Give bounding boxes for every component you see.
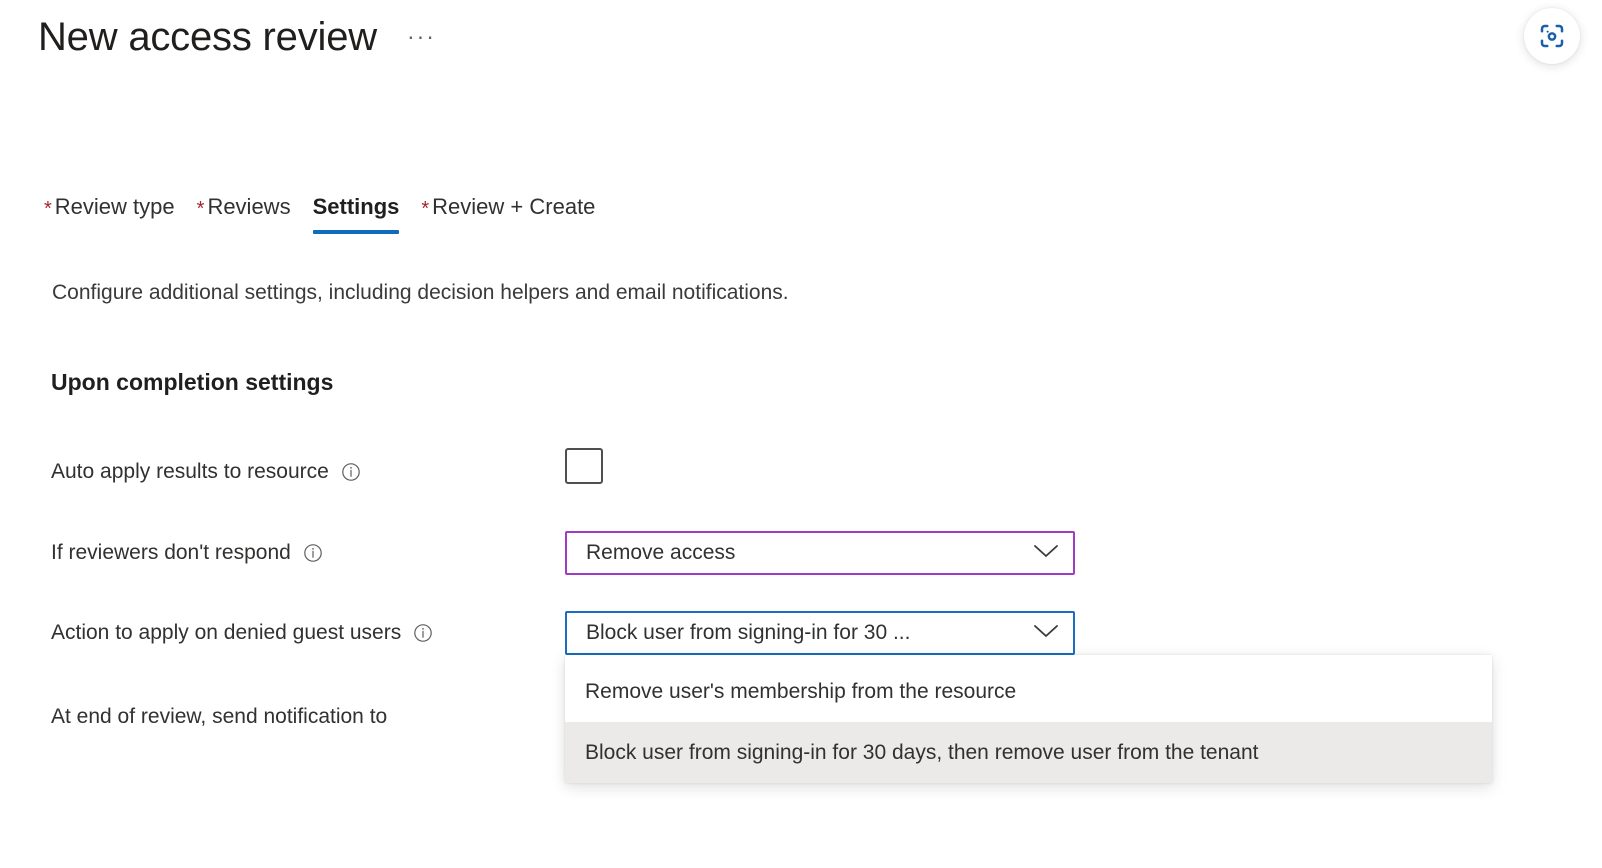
dropdown-selected-value: Remove access — [586, 540, 735, 566]
settings-description: Configure additional settings, including… — [52, 279, 789, 307]
required-asterisk: * — [197, 199, 205, 219]
info-icon[interactable] — [340, 461, 362, 483]
field-row-notification: At end of review, send notification to — [51, 697, 387, 737]
tab-settings[interactable]: Settings — [303, 192, 412, 222]
tab-label: Settings — [313, 192, 400, 222]
required-asterisk: * — [44, 199, 52, 219]
checkbox-auto-apply-results[interactable] — [565, 448, 603, 484]
tab-label: Reviews — [207, 192, 290, 222]
required-asterisk: * — [421, 199, 429, 219]
tab-review-create[interactable]: * Review + Create — [411, 192, 607, 222]
dropdown-option[interactable]: Block user from signing-in for 30 days, … — [565, 722, 1492, 783]
dropdown-option[interactable]: Remove user's membership from the resour… — [565, 661, 1492, 722]
more-options-ellipsis-icon[interactable]: ··· — [401, 21, 442, 52]
wizard-tabs: * Review type * Reviews Settings * Revie… — [34, 192, 607, 244]
page-header: New access review ··· — [38, 14, 442, 60]
dropdown-options-panel: Remove user's membership from the resour… — [565, 655, 1492, 783]
field-row-auto-apply: Auto apply results to resource — [51, 452, 362, 492]
lens-scan-icon — [1537, 21, 1567, 51]
tab-label: Review type — [55, 192, 175, 222]
lens-scan-button[interactable] — [1524, 8, 1580, 64]
field-label-denied-guests: Action to apply on denied guest users — [51, 619, 401, 647]
page-title: New access review — [38, 14, 377, 60]
dropdown-action-denied-guest-users[interactable]: Block user from signing-in for 30 ... — [565, 611, 1075, 655]
tab-reviews[interactable]: * Reviews — [187, 192, 303, 222]
field-label-auto-apply: Auto apply results to resource — [51, 458, 329, 486]
tab-label: Review + Create — [432, 192, 595, 222]
dropdown-selected-value: Block user from signing-in for 30 ... — [586, 620, 910, 646]
field-row-no-respond: If reviewers don't respond — [51, 533, 324, 573]
info-icon[interactable] — [302, 542, 324, 564]
field-row-denied-guests: Action to apply on denied guest users — [51, 613, 434, 653]
chevron-down-icon — [1033, 543, 1059, 564]
field-label-notification: At end of review, send notification to — [51, 703, 387, 731]
tab-review-type[interactable]: * Review type — [34, 192, 187, 222]
dropdown-if-reviewers-dont-respond[interactable]: Remove access — [565, 531, 1075, 575]
field-label-no-respond: If reviewers don't respond — [51, 539, 291, 567]
info-icon[interactable] — [412, 622, 434, 644]
section-heading-upon-completion: Upon completion settings — [51, 369, 333, 396]
chevron-down-icon — [1033, 623, 1059, 644]
